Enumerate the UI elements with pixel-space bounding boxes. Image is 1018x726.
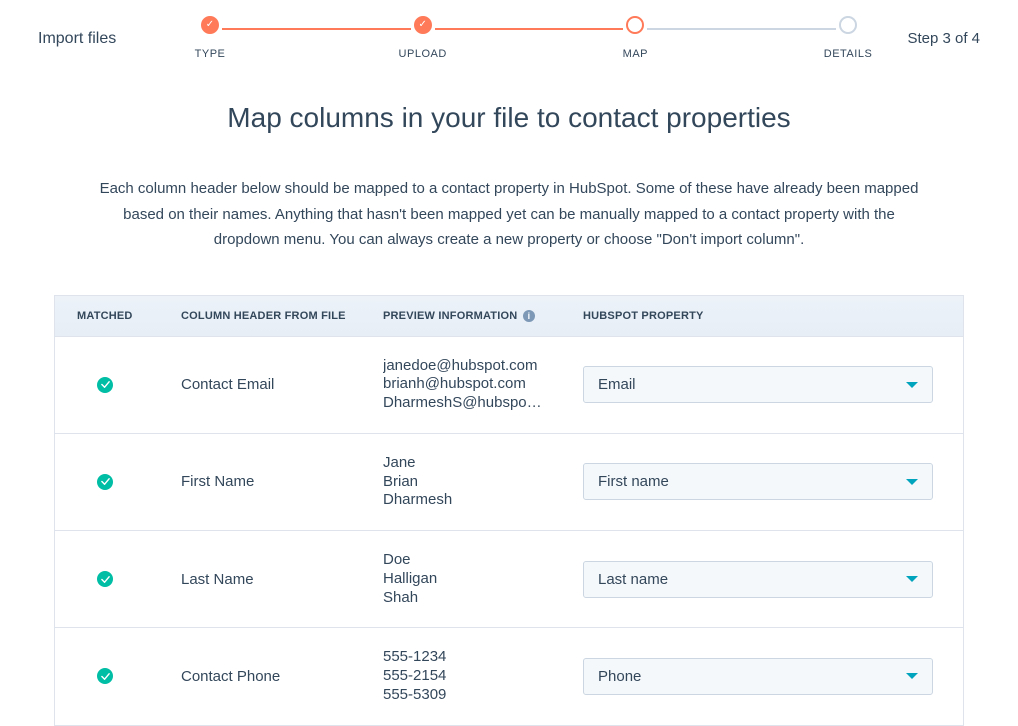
preview-value: Brian [383, 473, 553, 492]
mapping-table: MATCHED COLUMN HEADER FROM FILE PREVIEW … [54, 295, 964, 726]
file-column-header: Contact Email [181, 376, 383, 393]
file-column-header: First Name [181, 473, 383, 490]
matched-icon [97, 474, 113, 490]
property-select-value: Last name [598, 571, 668, 588]
property-select-value: Phone [598, 668, 641, 685]
stepper-step-type[interactable]: ✓ TYPE [198, 16, 222, 34]
chevron-down-icon [906, 382, 918, 388]
stepper-step-upload[interactable]: ✓ UPLOAD [411, 16, 435, 34]
column-header-matched: MATCHED [55, 310, 181, 322]
page-title: Map columns in your file to contact prop… [54, 102, 964, 134]
property-select-value: Email [598, 376, 636, 393]
column-header-file: COLUMN HEADER FROM FILE [181, 310, 383, 322]
preview-cell: Doe Halligan Shah [383, 551, 583, 607]
chevron-down-icon [906, 479, 918, 485]
preview-cell: janedoe@hubspot.com brianh@hubspot.com D… [383, 357, 583, 413]
chevron-down-icon [906, 673, 918, 679]
property-select[interactable]: Email [583, 366, 933, 403]
file-column-header: Contact Phone [181, 668, 383, 685]
top-bar: Import files ✓ TYPE ✓ UPLOAD MAP DETAILS… [0, 0, 1018, 48]
preview-value: Shah [383, 589, 553, 608]
preview-value: DharmeshS@hubspo… [383, 394, 553, 413]
current-step-icon [626, 16, 644, 34]
matched-icon [97, 377, 113, 393]
preview-value: brianh@hubspot.com [383, 375, 553, 394]
preview-cell: 555-1234 555-2154 555-5309 [383, 648, 583, 704]
table-row: Last Name Doe Halligan Shah Last name [55, 531, 963, 628]
stepper-connector [647, 28, 836, 30]
property-select[interactable]: First name [583, 463, 933, 500]
check-icon: ✓ [201, 16, 219, 34]
step-counter: Step 3 of 4 [860, 14, 980, 47]
stepper-step-map[interactable]: MAP [623, 16, 647, 34]
preview-value: Jane [383, 454, 553, 473]
preview-value: Doe [383, 551, 553, 570]
column-header-preview-label: PREVIEW INFORMATION [383, 310, 517, 322]
preview-value: 555-1234 [383, 648, 553, 667]
stepper: ✓ TYPE ✓ UPLOAD MAP DETAILS [198, 14, 860, 34]
preview-cell: Jane Brian Dharmesh [383, 454, 583, 510]
file-column-header: Last Name [181, 571, 383, 588]
table-row: First Name Jane Brian Dharmesh First nam… [55, 434, 963, 531]
stepper-connector [435, 28, 624, 30]
preview-value: Halligan [383, 570, 553, 589]
preview-value: Dharmesh [383, 491, 553, 510]
future-step-icon [839, 16, 857, 34]
chevron-down-icon [906, 576, 918, 582]
info-icon[interactable]: i [523, 310, 535, 322]
property-select[interactable]: Phone [583, 658, 933, 695]
property-select-value: First name [598, 473, 669, 490]
table-header: MATCHED COLUMN HEADER FROM FILE PREVIEW … [55, 296, 963, 337]
property-select[interactable]: Last name [583, 561, 933, 598]
preview-value: janedoe@hubspot.com [383, 357, 553, 376]
stepper-connector [222, 28, 411, 30]
stepper-step-label: DETAILS [824, 48, 873, 60]
page-header-title: Import files [38, 14, 198, 48]
table-row: Contact Phone 555-1234 555-2154 555-5309… [55, 628, 963, 725]
preview-value: 555-2154 [383, 667, 553, 686]
page-description: Each column header below should be mappe… [99, 176, 919, 253]
main-content: Map columns in your file to contact prop… [0, 48, 1018, 726]
table-row: Contact Email janedoe@hubspot.com brianh… [55, 337, 963, 434]
stepper-step-label: MAP [623, 48, 648, 60]
matched-icon [97, 668, 113, 684]
column-header-property: HUBSPOT PROPERTY [583, 310, 963, 322]
preview-value: 555-5309 [383, 686, 553, 705]
check-icon: ✓ [414, 16, 432, 34]
matched-icon [97, 571, 113, 587]
column-header-preview: PREVIEW INFORMATION i [383, 310, 583, 322]
stepper-step-label: UPLOAD [399, 48, 447, 60]
stepper-step-label: TYPE [195, 48, 226, 60]
stepper-step-details[interactable]: DETAILS [836, 16, 860, 34]
